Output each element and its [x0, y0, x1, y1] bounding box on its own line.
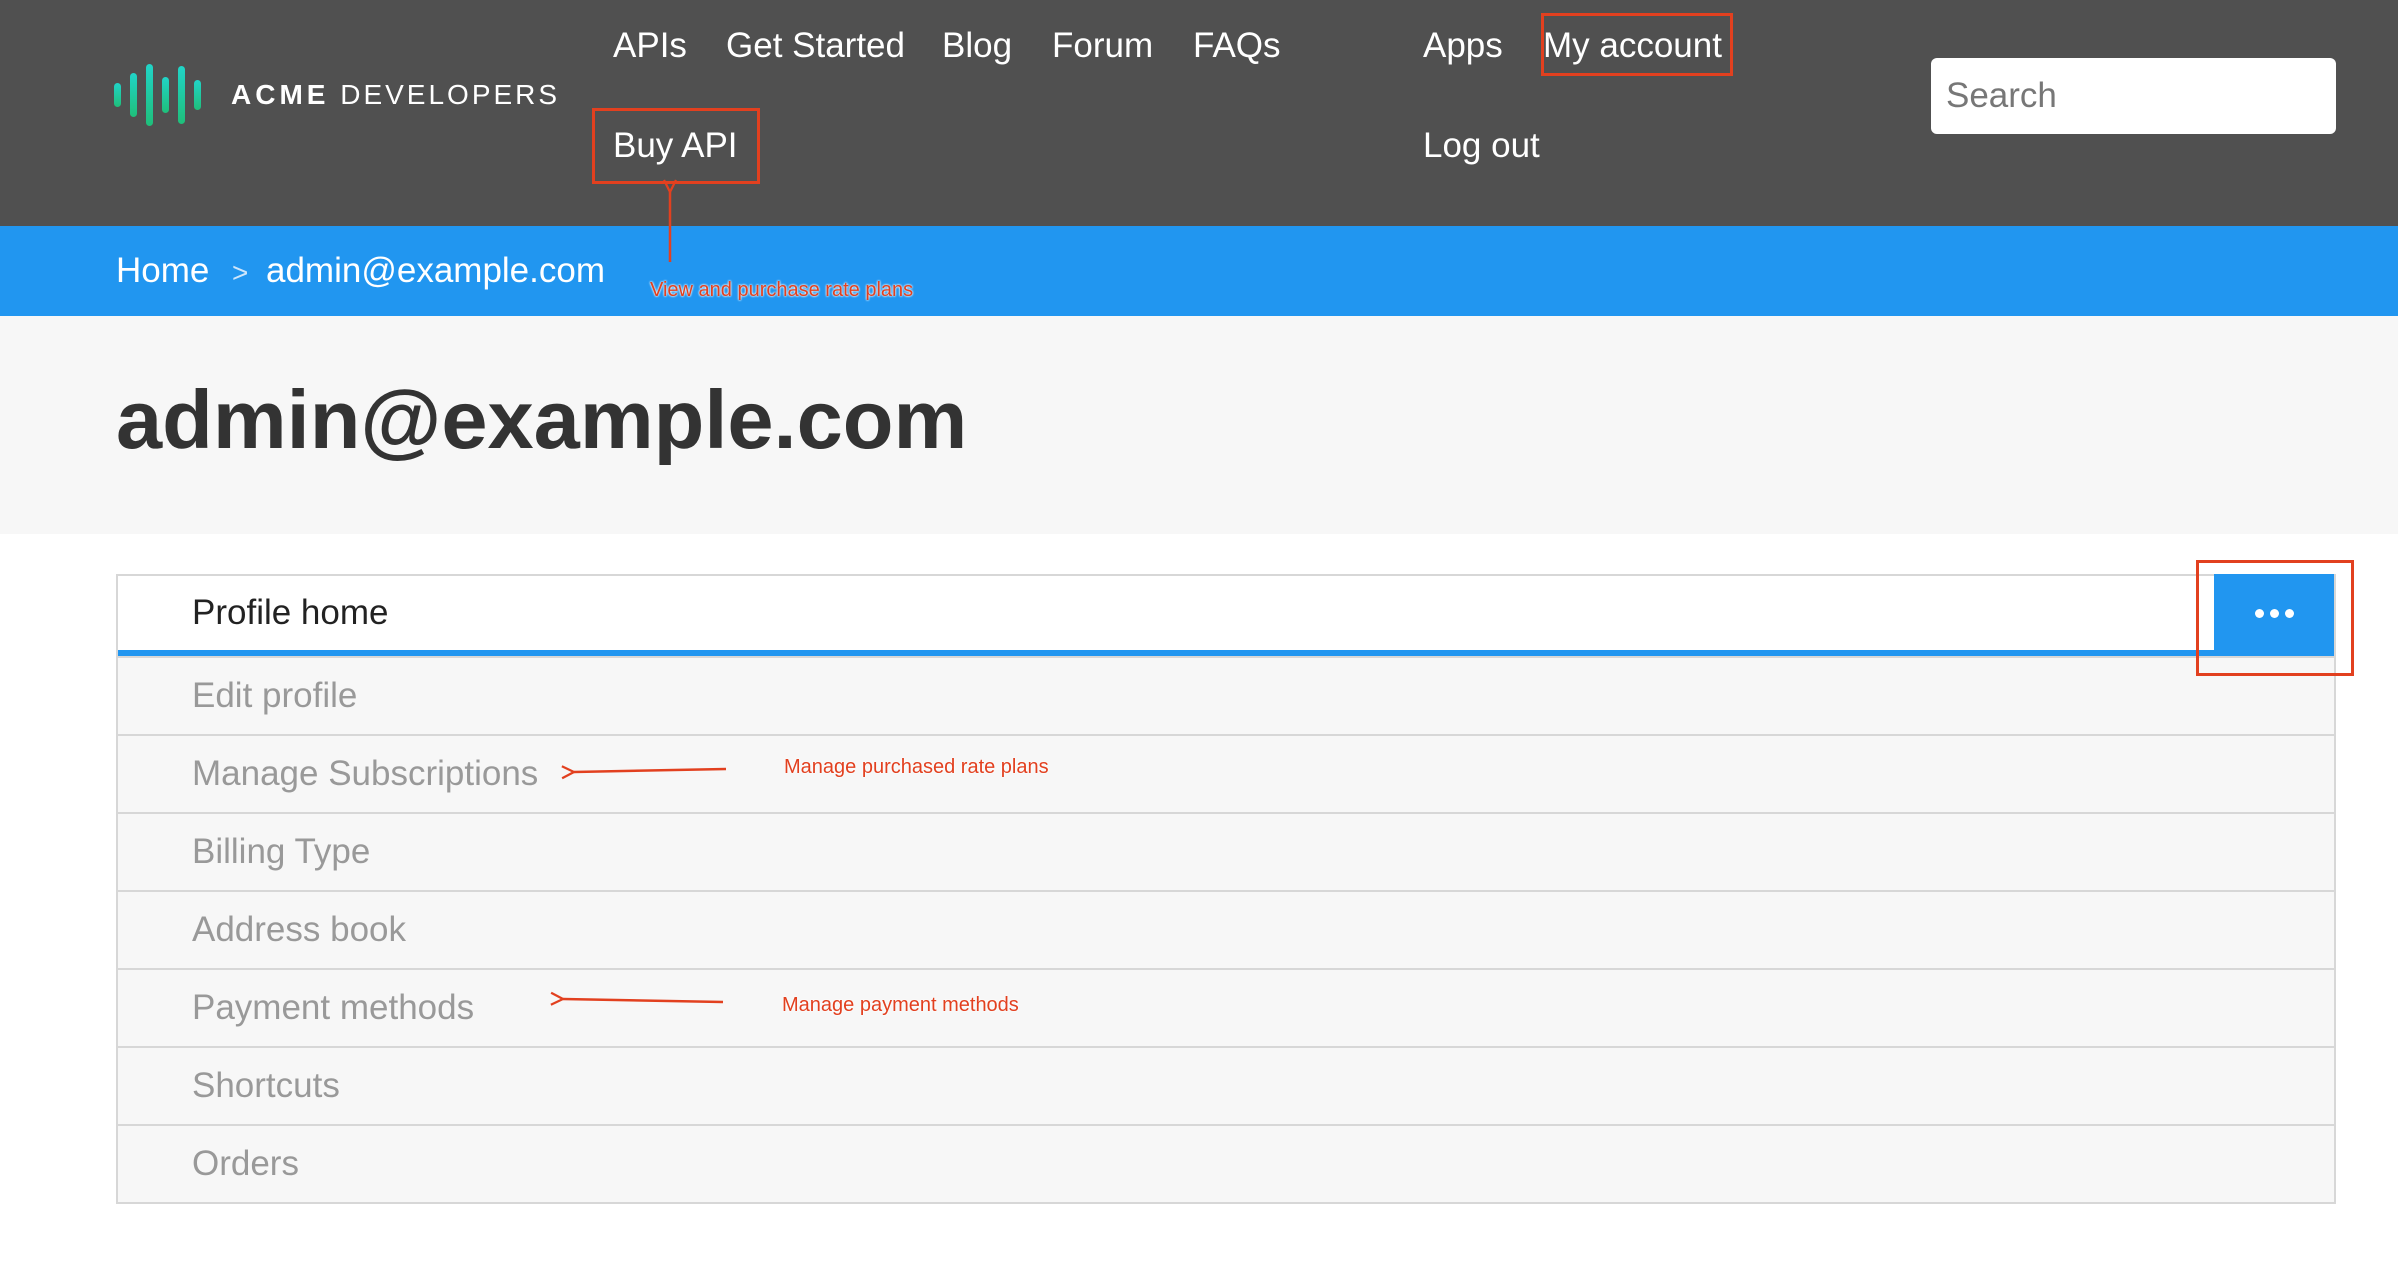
my-account-highlight	[1541, 13, 1733, 76]
tab-manage-subscriptions[interactable]: Manage Subscriptions	[118, 734, 2334, 812]
buy-api-highlight	[592, 108, 760, 184]
annotation-buy-api: View and purchase rate plans	[650, 279, 914, 301]
nav-faqs[interactable]: FAQs	[1193, 26, 1281, 66]
acme-developers-logo[interactable]: ACME DEVELOPERS	[114, 60, 560, 130]
tab-edit-profile[interactable]: Edit profile	[118, 656, 2334, 734]
site-header: ACME DEVELOPERS APIs Get Started Blog Fo…	[0, 0, 2398, 226]
nav-blog[interactable]: Blog	[942, 26, 1012, 66]
annotation-subscriptions: Manage purchased rate plans	[784, 756, 1049, 778]
more-button-highlight	[2196, 560, 2354, 676]
page-title: admin@example.com	[116, 373, 968, 466]
logo-text: ACME DEVELOPERS	[231, 79, 561, 110]
tab-shortcuts[interactable]: Shortcuts	[118, 1046, 2334, 1124]
nav-apps[interactable]: Apps	[1423, 26, 1503, 66]
breadcrumb-home[interactable]: Home	[116, 251, 209, 291]
breadcrumb-separator: >	[232, 257, 249, 288]
page: ACME DEVELOPERS APIs Get Started Blog Fo…	[0, 0, 2398, 1268]
breadcrumb: Home > admin@example.com	[0, 226, 2398, 316]
search-input[interactable]	[1931, 58, 2336, 134]
nav-forum[interactable]: Forum	[1052, 26, 1153, 66]
tab-address-book[interactable]: Address book	[118, 890, 2334, 968]
breadcrumb-current: admin@example.com	[266, 251, 605, 290]
tab-payment-methods[interactable]: Payment methods	[118, 968, 2334, 1046]
logo-bars-icon	[114, 60, 201, 130]
tab-orders[interactable]: Orders	[118, 1124, 2334, 1202]
profile-tabs: Profile home Edit profile Manage Subscri…	[116, 574, 2336, 1204]
tab-billing-type[interactable]: Billing Type	[118, 812, 2334, 890]
nav-log-out[interactable]: Log out	[1423, 126, 1540, 166]
nav-apis[interactable]: APIs	[613, 26, 687, 66]
nav-get-started[interactable]: Get Started	[726, 26, 905, 66]
tab-profile-home[interactable]: Profile home	[118, 576, 2334, 656]
annotation-payment: Manage payment methods	[782, 994, 1019, 1016]
